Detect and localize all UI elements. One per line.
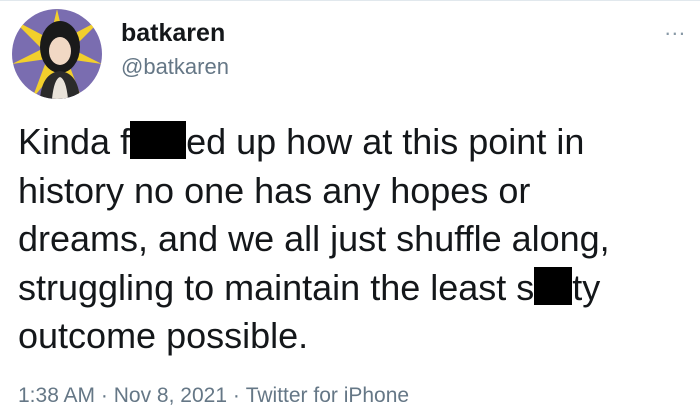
separator-dot: ·: [100, 384, 108, 407]
tweet-text-segment: ty: [572, 266, 601, 308]
tweet-text-segment: ed up how at this point in: [186, 121, 585, 162]
tweet-time[interactable]: 1:38 AM: [18, 384, 95, 408]
display-name[interactable]: batkaren: [121, 19, 225, 48]
tweet-text-segment: Kinda f: [18, 121, 131, 162]
more-options-icon[interactable]: ...: [665, 17, 686, 39]
avatar-illustration-icon: [12, 9, 102, 99]
tweet-date[interactable]: Nov 8, 2021: [114, 384, 227, 408]
tweet-line-5: outcome possible.: [18, 315, 309, 356]
tweet-line-1: Kinda f ed up how at this point in: [18, 121, 584, 162]
tweet-card: batkaren @batkaren ... Kinda f ed up how …: [0, 0, 700, 418]
tweet-text: Kinda f ed up how at this point in histor…: [18, 118, 688, 361]
avatar[interactable]: [12, 9, 102, 99]
tweet-text-segment: struggling to maintain the least s: [18, 266, 535, 308]
redaction-box: [130, 121, 187, 160]
tweet-line-4: struggling to maintain the least s ty: [18, 267, 600, 308]
redaction-box: [534, 266, 573, 305]
separator-dot: ·: [232, 384, 240, 407]
tweet-source-link[interactable]: Twitter for iPhone: [246, 384, 409, 408]
user-handle[interactable]: @batkaren: [121, 54, 229, 80]
tweet-metadata: 1:38 AM · Nov 8, 2021 · Twitter for iPho…: [18, 384, 409, 408]
tweet-line-2: history no one has any hopes or: [18, 169, 531, 211]
tweet-line-3: dreams, and we all just shuffle along,: [18, 218, 610, 259]
